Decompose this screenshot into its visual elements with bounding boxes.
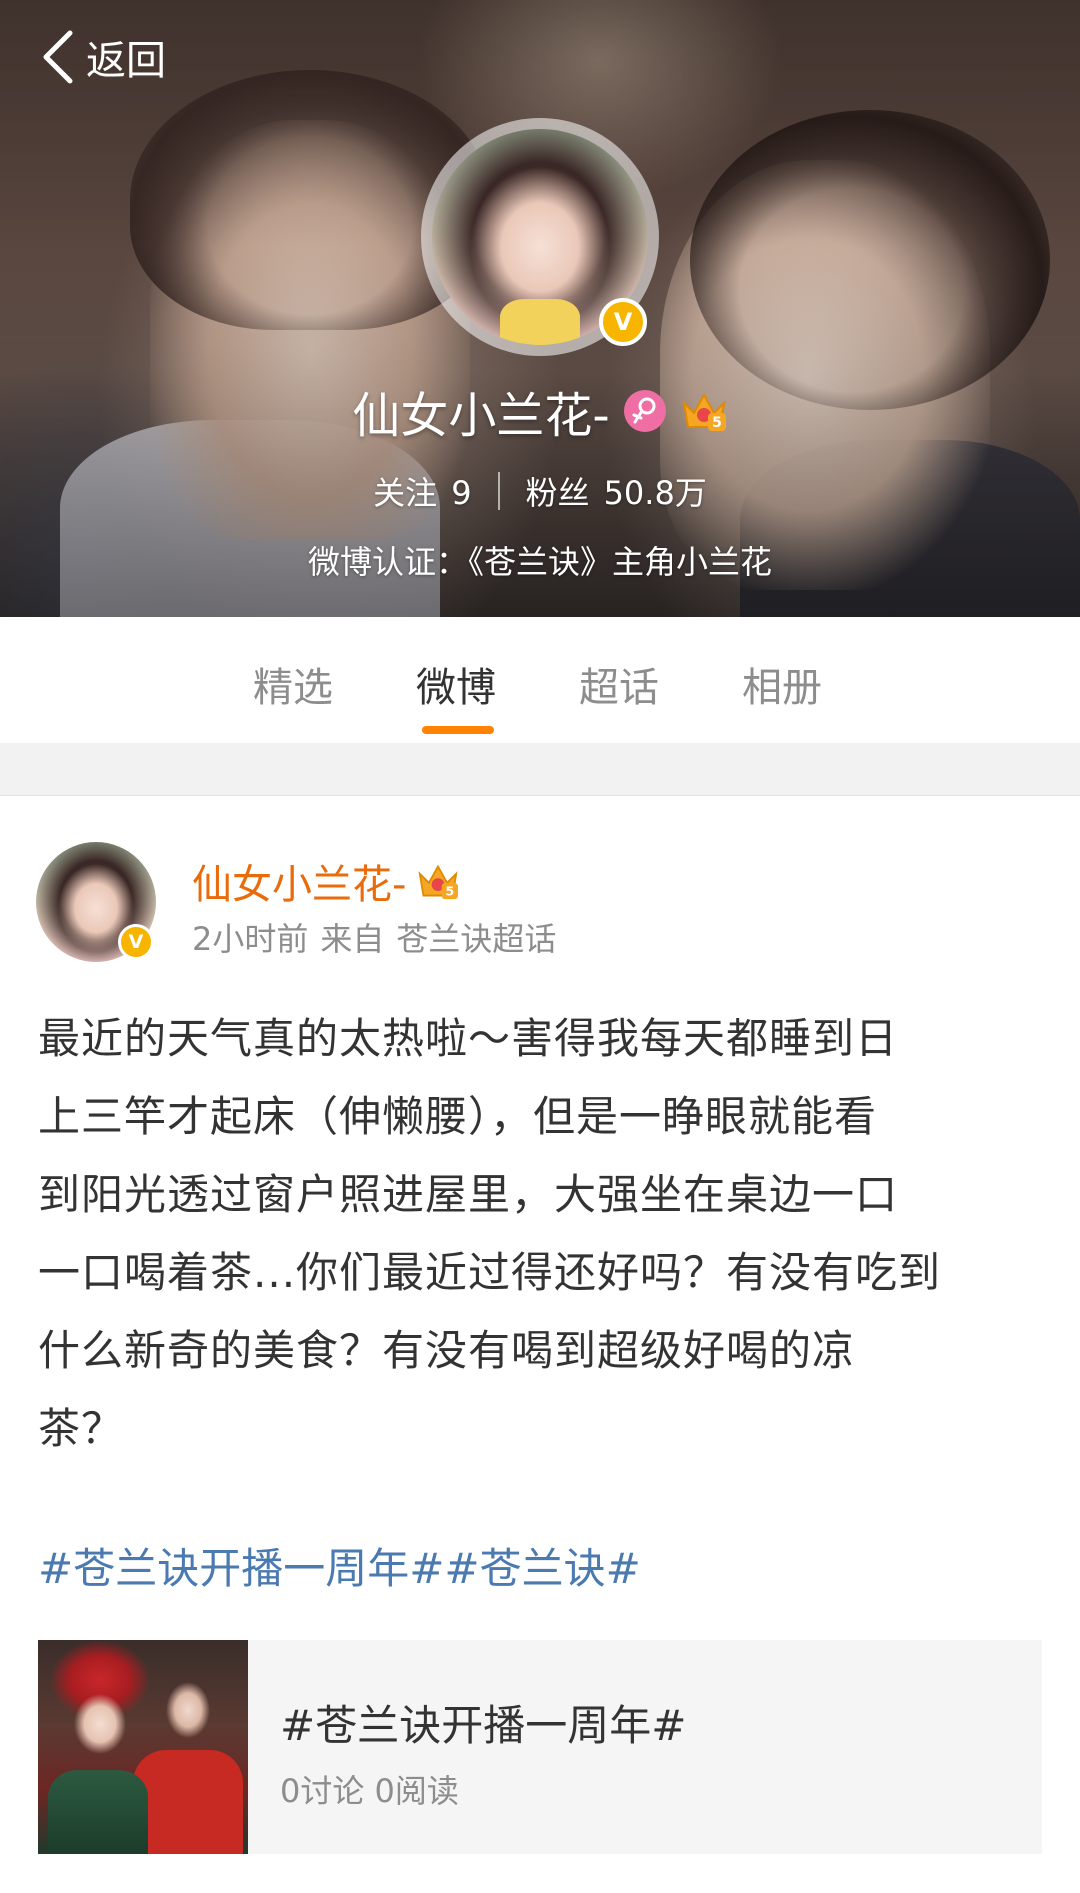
section-divider [0, 743, 1080, 796]
post-hashtags[interactable]: #苍兰诀开播一周年##苍兰诀# [38, 1535, 641, 1596]
tab-super-topic[interactable]: 超话 [579, 655, 659, 713]
post-body-line: 茶？ [38, 1404, 125, 1453]
topic-card-title: #苍兰诀开播一周年# [280, 1701, 687, 1750]
post-time: 2小时前 [192, 920, 309, 958]
verified-v-icon: V [118, 924, 154, 960]
female-gender-icon [623, 390, 666, 432]
post-body-line: 最近的天气真的太热啦～害得我每天都睡到日 [38, 1014, 899, 1063]
post-meta: 2小时前 来自 苍兰诀超话 [192, 914, 568, 960]
member-crown-icon[interactable]: 5 [680, 389, 728, 433]
profile-tabs: 精选 微博 超话 相册 [0, 617, 1080, 744]
stats-divider [497, 472, 500, 510]
tab-featured[interactable]: 精选 [253, 655, 333, 713]
post-body-line: 到阳光透过窗户照进屋里，大强坐在桌边一口 [38, 1170, 899, 1219]
following-stat[interactable]: 关注 9 [373, 468, 471, 514]
tab-album[interactable]: 相册 [742, 655, 822, 713]
following-count: 9 [451, 474, 472, 512]
post-author-name[interactable]: 仙女小兰花- [192, 852, 406, 910]
tab-weibo[interactable]: 微博 [416, 655, 496, 713]
following-label: 关注 [373, 474, 438, 512]
topic-card-stats: 0讨论 0阅读 [280, 1772, 459, 1810]
active-tab-indicator [422, 726, 494, 734]
svg-text:5: 5 [446, 884, 455, 899]
profile-avatar[interactable]: V [421, 118, 659, 356]
profile-name: 仙女小兰花- [352, 388, 610, 444]
post-source[interactable]: 苍兰诀超话 [396, 920, 556, 958]
topic-card-image [38, 1640, 248, 1854]
post-source-prefix: 来自 [320, 920, 385, 958]
followers-label: 粉丝 [525, 474, 590, 512]
profile-name-row: 仙女小兰花- 5 [0, 376, 1080, 446]
post-author-row: 仙女小兰花- 5 [192, 852, 460, 910]
svg-text:5: 5 [712, 415, 722, 431]
profile-stats: 关注 9 粉丝 50.8万 [0, 468, 1080, 514]
verified-v-icon: V [599, 298, 647, 346]
back-label: 返回 [86, 38, 166, 84]
topic-card[interactable]: #苍兰诀开播一周年# 0讨论 0阅读 [38, 1640, 1042, 1854]
back-button[interactable]: 返回 [40, 22, 166, 92]
post-body-line: 一口喝着茶...你们最近过得还好吗？有没有吃到 [38, 1248, 942, 1297]
member-crown-icon[interactable]: 5 [416, 861, 460, 901]
post-body: 最近的天气真的太热啦～害得我每天都睡到日 上三竿才起床（伸懒腰），但是一睁眼就能… [38, 1000, 1048, 1468]
followers-stat[interactable]: 粉丝 50.8万 [526, 468, 707, 514]
profile-cover: 返回 V 仙女小兰花- 5 关注 9 粉丝 50.8万 微博认证：《苍兰诀》主角… [0, 0, 1080, 617]
back-chevron-icon [43, 30, 73, 84]
post-body-line: 什么新奇的美食？有没有喝到超级好喝的凉 [38, 1326, 856, 1375]
post-body-line: 上三竿才起床（伸懒腰），但是一睁眼就能看 [38, 1092, 878, 1141]
verification-text: 微博认证：《苍兰诀》主角小兰花 [307, 543, 772, 581]
followers-count: 50.8万 [603, 474, 707, 512]
